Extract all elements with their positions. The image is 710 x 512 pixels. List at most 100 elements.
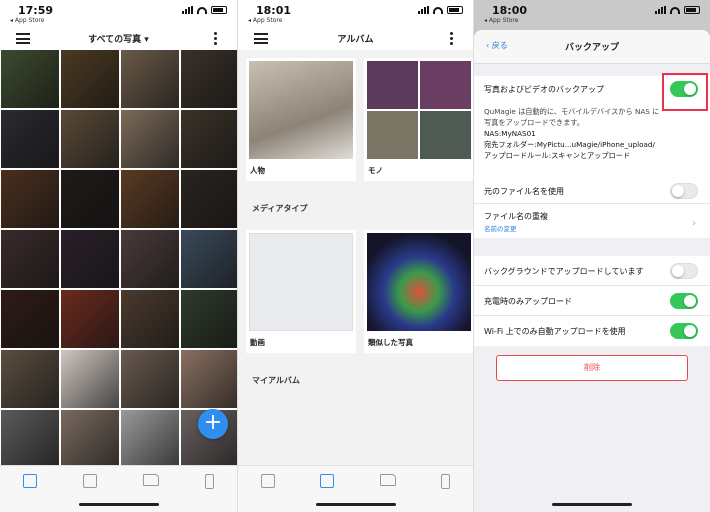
- photo-thumbnail[interactable]: [61, 410, 119, 468]
- photo-thumbnail[interactable]: [1, 50, 59, 108]
- highlight-box: [662, 73, 708, 111]
- status-bar: 18:00 ◂ App Store: [474, 0, 710, 28]
- media-card-similar-photos[interactable]: 類似した写真: [364, 230, 473, 353]
- home-indicator: [78, 503, 159, 506]
- photo-thumbnail[interactable]: [1, 410, 59, 468]
- status-icons: [182, 6, 227, 14]
- tab-bar: [238, 465, 473, 512]
- photo-thumbnail[interactable]: [1, 230, 59, 288]
- all-photos-screen: 17:59 ◂ App Store すべての写真 ▾ +: [0, 0, 237, 512]
- photo-grid: [0, 50, 237, 468]
- duplicate-name-value: 名前の変更: [484, 225, 517, 233]
- chevron-right-icon: ›: [692, 218, 696, 229]
- destination-folder: 宛先フォルダー:MyPictu...uMagie/iPhone_upload/: [484, 140, 655, 149]
- photo-thumbnail[interactable]: [1, 170, 59, 228]
- album-label: 人物: [250, 166, 265, 175]
- keep-filename-switch[interactable]: [670, 183, 698, 199]
- photo-thumbnail[interactable]: [121, 170, 179, 228]
- description-line: 写真をアップロードできます。: [484, 118, 584, 127]
- wifi-icon: [433, 6, 443, 14]
- device-tab-icon[interactable]: [205, 474, 214, 489]
- battery-icon: [684, 6, 700, 14]
- photo-thumbnail[interactable]: [1, 350, 59, 408]
- keep-filename-label: 元のファイル名を使用: [484, 187, 564, 196]
- status-bar: 17:59 ◂ App Store: [0, 0, 237, 28]
- media-label: 類似した写真: [368, 338, 413, 347]
- battery-icon: [211, 6, 227, 14]
- signal-icon: [655, 6, 666, 14]
- status-time: 18:00: [492, 4, 528, 17]
- photo-thumbnail[interactable]: [121, 110, 179, 168]
- back-to-app-store[interactable]: ◂ App Store: [248, 17, 282, 24]
- keep-filename-row: 元のファイル名を使用: [474, 178, 710, 204]
- backup-toggle-label: 写真およびビデオのバックアップ: [484, 85, 604, 94]
- more-options-icon[interactable]: [214, 32, 217, 47]
- back-to-app-store[interactable]: ◂ App Store: [10, 17, 44, 24]
- album-card-things[interactable]: モノ: [364, 58, 473, 181]
- photos-tab-icon[interactable]: [260, 474, 275, 488]
- photo-thumbnail[interactable]: [181, 290, 237, 348]
- more-options-icon[interactable]: [450, 32, 453, 47]
- folder-tab-icon[interactable]: [143, 474, 159, 486]
- photo-thumbnail[interactable]: [61, 170, 119, 228]
- media-label: 動画: [250, 338, 265, 347]
- back-to-app-store[interactable]: ◂ App Store: [484, 17, 518, 24]
- album-cover-image: [249, 61, 353, 159]
- status-bar: 18:01 ◂ App Store: [238, 0, 473, 28]
- photo-thumbnail[interactable]: [61, 230, 119, 288]
- delete-button[interactable]: 削除: [496, 355, 688, 381]
- description-line: QuMagie は自動的に、モバイルデバイスから NAS に: [484, 107, 660, 116]
- page-title: アルバム: [337, 35, 374, 45]
- photo-thumbnail[interactable]: [1, 290, 59, 348]
- media-card-videos[interactable]: 動画: [246, 230, 356, 353]
- album-card-people[interactable]: 人物: [246, 58, 356, 181]
- filename-group: 元のファイル名を使用 ファイル名の重複 名前の変更 ›: [474, 178, 710, 238]
- photo-thumbnail[interactable]: [121, 350, 179, 408]
- status-time: 18:01: [256, 4, 292, 17]
- photo-thumbnail[interactable]: [61, 350, 119, 408]
- photo-thumbnail[interactable]: [121, 290, 179, 348]
- photo-thumbnail[interactable]: [181, 50, 237, 108]
- upload-options-group: バックグラウンドでアップロードしています 充電時のみアップロード Wi-Fi 上…: [474, 256, 710, 346]
- duplicate-name-row[interactable]: ファイル名の重複 名前の変更 ›: [474, 204, 710, 238]
- background-upload-switch[interactable]: [670, 263, 698, 279]
- photo-thumbnail[interactable]: [121, 410, 179, 468]
- photo-thumbnail[interactable]: [181, 170, 237, 228]
- photos-filter-dropdown[interactable]: すべての写真 ▾: [0, 32, 237, 45]
- background-upload-row: バックグラウンドでアップロードしています: [474, 256, 710, 286]
- albums-screen: 18:01 ◂ App Store アルバム 人物 モノ メディアタイプ 動画 …: [237, 0, 473, 512]
- tab-bar: [0, 465, 237, 512]
- charging-only-label: 充電時のみアップロード: [484, 297, 572, 306]
- albums-tab-icon[interactable]: [83, 474, 97, 488]
- status-time: 17:59: [18, 4, 54, 17]
- wifi-only-switch[interactable]: [670, 323, 698, 339]
- status-icons: [418, 6, 463, 14]
- albums-tab-icon[interactable]: [320, 474, 335, 488]
- folder-tab-icon[interactable]: [379, 474, 396, 486]
- device-tab-icon[interactable]: [441, 474, 451, 489]
- album-label: モノ: [368, 166, 383, 175]
- charging-only-switch[interactable]: [670, 293, 698, 309]
- photo-thumbnail[interactable]: [121, 50, 179, 108]
- my-albums-heading: マイアルバム: [252, 376, 300, 385]
- media-type-heading: メディアタイプ: [252, 204, 308, 213]
- photo-thumbnail[interactable]: [61, 50, 119, 108]
- smart-albums-row: 人物 モノ: [246, 58, 473, 181]
- photo-thumbnail[interactable]: [1, 110, 59, 168]
- app-bar: すべての写真 ▾: [0, 28, 237, 50]
- nas-name: NAS:MyNAS01: [484, 129, 536, 138]
- signal-icon: [418, 6, 429, 14]
- photo-thumbnail[interactable]: [61, 110, 119, 168]
- media-type-row: 動画 類似した写真: [246, 230, 473, 353]
- photo-thumbnail[interactable]: [181, 230, 237, 288]
- home-indicator: [552, 503, 632, 506]
- app-bar: アルバム: [238, 28, 473, 50]
- photo-thumbnail[interactable]: [61, 290, 119, 348]
- add-button[interactable]: +: [198, 409, 228, 439]
- photos-tab-icon[interactable]: [23, 474, 37, 488]
- charging-only-row: 充電時のみアップロード: [474, 286, 710, 316]
- home-indicator: [315, 503, 396, 506]
- photo-thumbnail[interactable]: [181, 110, 237, 168]
- photo-thumbnail[interactable]: [181, 350, 237, 408]
- photo-thumbnail[interactable]: [121, 230, 179, 288]
